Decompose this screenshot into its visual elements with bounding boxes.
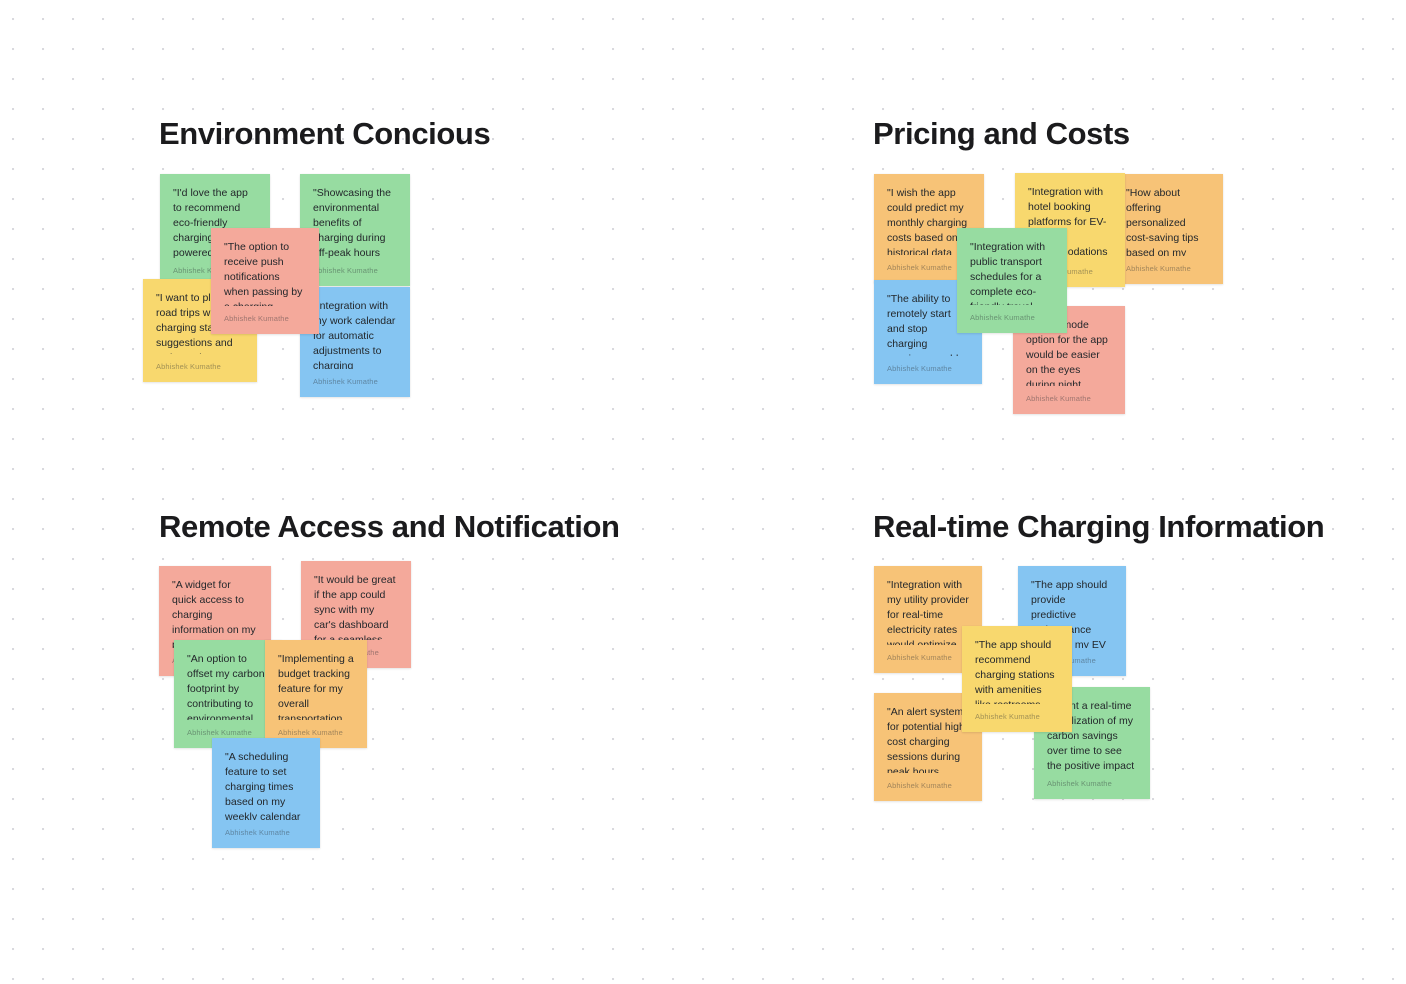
frame-title-environment-concious: Environment Concious [159,116,491,151]
frame-title-real-time-charging-information: Real-time Charging Information [873,509,1325,544]
sticky-note-text: "Implementing a budget tracking feature … [278,653,354,720]
sticky-note-text: "A widget for quick access to charging i… [172,579,256,648]
sticky-note[interactable]: "How about offering personalized cost-sa… [1113,174,1223,284]
sticky-note[interactable]: "A scheduling feature to set charging ti… [212,738,320,848]
sticky-note-author: Abhishek Kumathe [887,364,952,373]
sticky-note-text: "An alert system for potential high-cost… [887,706,969,773]
sticky-note-text: "Integration with public transport sched… [970,241,1046,305]
sticky-note-author: Abhishek Kumathe [313,266,378,275]
sticky-note-author: Abhishek Kumathe [224,314,289,323]
sticky-note-text: "A scheduling feature to set charging ti… [225,751,301,820]
sticky-note-text: "Showcasing the environmental benefits o… [313,187,392,258]
sticky-note[interactable]: "Implementing a budget tracking feature … [265,640,367,748]
sticky-note-text: "Integration with my work calendar for a… [313,300,396,369]
sticky-note[interactable]: "Integration with public transport sched… [957,228,1067,333]
frame-title-pricing-and-costs: Pricing and Costs [873,116,1130,151]
sticky-note-author: Abhishek Kumathe [225,828,290,837]
sticky-note-author: Abhishek Kumathe [887,781,952,790]
sticky-note-author: Abhishek Kumathe [1026,394,1091,403]
frame-title-remote-access-and-notification: Remote Access and Notification [159,509,620,544]
sticky-note[interactable]: "The option to receive push notification… [211,228,319,334]
sticky-note-text: "An option to offset my carbon footprint… [187,653,265,720]
sticky-note-text: "The app should recommend charging stati… [975,639,1055,704]
sticky-note-author: Abhishek Kumathe [970,313,1035,322]
sticky-note-text: "It would be great if the app could sync… [314,574,396,640]
sticky-note-author: Abhishek Kumathe [887,653,952,662]
sticky-note-author: Abhishek Kumathe [1047,779,1112,788]
sticky-note-text: "Integration with my utility provider fo… [887,579,969,645]
sticky-note-author: Abhishek Kumathe [187,728,252,737]
whiteboard-canvas[interactable]: Environment Concious "I'd love the app t… [0,0,1406,984]
sticky-note[interactable]: "The app should recommend charging stati… [962,626,1072,732]
sticky-note-text: "How about offering personalized cost-sa… [1126,187,1199,256]
sticky-note-author: Abhishek Kumathe [313,377,378,386]
sticky-note-author: Abhishek Kumathe [156,362,221,371]
sticky-note-author: Abhishek Kumathe [975,712,1040,721]
sticky-note-text: "The option to receive push notification… [224,241,303,306]
sticky-note-author: Abhishek Kumathe [278,728,343,737]
sticky-note-author: Abhishek Kumathe [1126,264,1191,273]
